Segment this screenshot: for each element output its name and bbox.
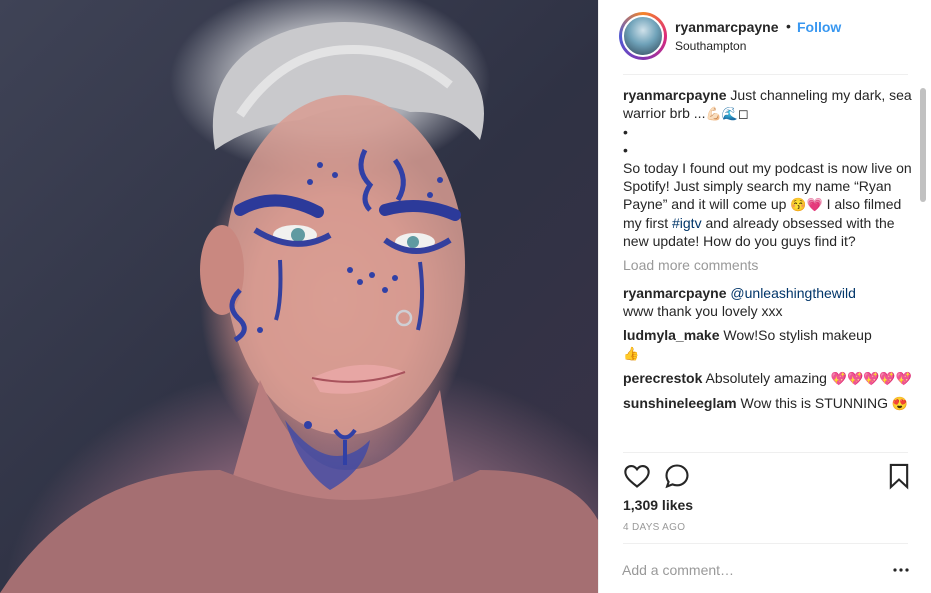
comment-box-divider [623,543,908,544]
comment-text: Absolutely amazing [705,370,827,386]
comments-list[interactable]: ryanmarcpayne Just channeling my dark, s… [623,86,913,452]
comment-item: perecrestok Absolutely amazing 💖💖💖💖💖 [623,369,913,388]
separator-dot: • [786,18,791,34]
heart-icon[interactable] [623,462,651,490]
comment-text: www thank you lovely xxx [623,303,783,319]
comment-item: ludmyla_make Wow!So stylish makeup 👍 [623,326,913,363]
post-side-panel: ryanmarcpayne • Follow Southampton ryanm… [598,0,931,593]
comment-username[interactable]: perecrestok [623,370,702,386]
follow-button[interactable]: Follow [797,19,841,35]
comment-item: ryanmarcpayne @unleashingthewild www tha… [623,284,913,320]
mention-link[interactable]: @unleashingthewild [730,285,856,301]
comment-username[interactable]: ryanmarcpayne [623,285,727,301]
post-photo[interactable] [0,0,598,593]
instagram-post: ryanmarcpayne • Follow Southampton ryanm… [0,0,931,593]
comment-text: Wow!So stylish makeup [723,327,872,343]
location-link[interactable]: Southampton [675,39,746,53]
post-header: ryanmarcpayne • Follow Southampton [599,0,931,75]
comment-item: sunshineleeglam Wow this is STUNNING 😍 [623,394,913,413]
likes-count[interactable]: 1,309 likes [623,497,693,513]
actions-divider [623,452,908,453]
header-divider [623,74,908,75]
comment-emoji: 👍 [623,346,640,361]
more-options-icon[interactable] [893,566,909,574]
comment-emoji: 💖💖💖💖💖 [830,371,912,386]
post-date[interactable]: 4 DAYS AGO [623,522,685,533]
hashtag-link[interactable]: #igtv [672,215,702,231]
avatar[interactable] [622,15,664,57]
caption-emoji: 💪🏻🌊◻ [705,106,749,121]
caption-bullet: • [623,124,628,140]
action-bar [623,462,913,492]
caption-username[interactable]: ryanmarcpayne [623,87,727,103]
header-username[interactable]: ryanmarcpayne [675,19,779,35]
add-comment-input[interactable] [622,560,872,580]
caption: ryanmarcpayne Just channeling my dark, s… [623,86,913,250]
bookmark-icon[interactable] [885,462,913,490]
comments-scrollbar-thumb[interactable] [920,88,926,202]
comment-text: Wow this is STUNNING [740,395,889,411]
comment-username[interactable]: ludmyla_make [623,327,720,343]
comment-username[interactable]: sunshineleeglam [623,395,737,411]
load-more-comments-button[interactable]: Load more comments [623,256,913,274]
caption-bullet: • [623,142,628,158]
portrait-illustration [0,22,598,593]
comment-icon[interactable] [663,462,691,490]
story-ring[interactable] [619,12,667,60]
caption-emoji: 😚💗 [790,197,823,212]
comment-emoji: 😍 [891,396,909,411]
